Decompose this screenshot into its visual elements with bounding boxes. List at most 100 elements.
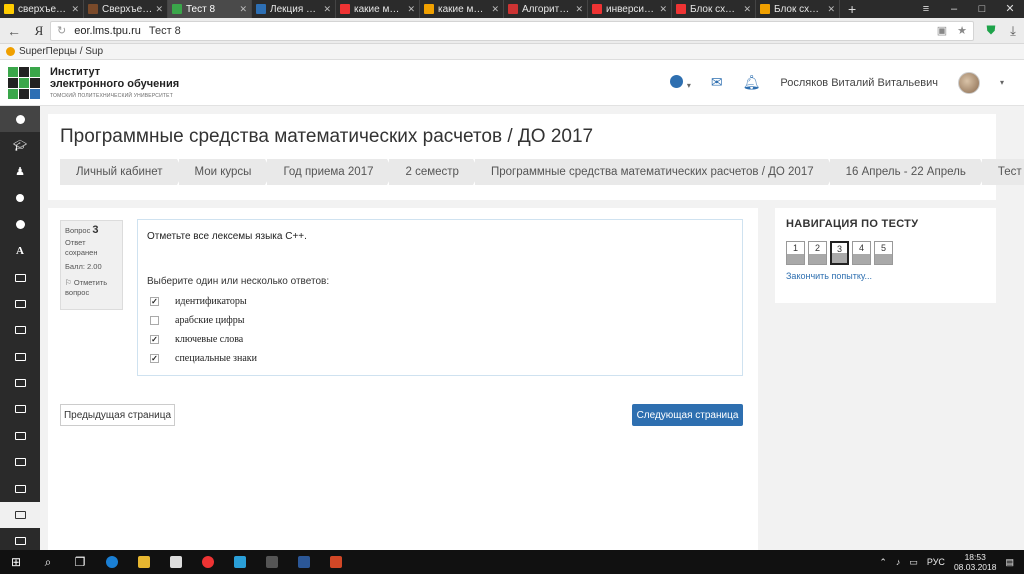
close-tab-icon[interactable]: ✕ xyxy=(155,4,163,15)
clock[interactable]: 18:53 08.03.2018 xyxy=(954,552,997,572)
mail-icon[interactable]: ✉ xyxy=(711,74,723,91)
finish-attempt-link[interactable]: Закончить попытку... xyxy=(786,271,985,281)
sidebar-toggle-icon[interactable] xyxy=(0,106,40,133)
check-circle-icon[interactable] xyxy=(0,212,40,238)
battery-icon[interactable]: ▭ xyxy=(909,557,918,568)
folder-icon[interactable] xyxy=(0,475,40,501)
answer-option[interactable]: ✓ специальные знаки xyxy=(147,349,733,368)
next-page-button[interactable]: Следующая страница xyxy=(632,404,743,426)
circle-icon[interactable] xyxy=(0,185,40,211)
maximize-icon[interactable]: □ xyxy=(968,0,996,18)
menu-icon[interactable]: ≡ xyxy=(912,0,940,18)
quiz-page-button[interactable]: 1 xyxy=(786,241,805,265)
powerpoint-icon[interactable] xyxy=(320,550,352,574)
notifications-icon[interactable]: ▤ xyxy=(1005,557,1014,568)
edge-browser-icon[interactable] xyxy=(96,550,128,574)
folder-icon[interactable] xyxy=(0,264,40,290)
folder-icon[interactable] xyxy=(0,501,40,529)
store-icon[interactable] xyxy=(160,550,192,574)
quiz-page-button[interactable]: 3 xyxy=(830,241,849,265)
users-icon[interactable]: ♟ xyxy=(0,159,40,185)
close-tab-icon[interactable]: ✕ xyxy=(743,4,751,15)
close-tab-icon[interactable]: ✕ xyxy=(827,4,835,15)
answer-checkbox[interactable]: ✓ xyxy=(150,335,159,344)
search-icon[interactable]: ⌕ xyxy=(32,550,64,574)
close-tab-icon[interactable]: ✕ xyxy=(407,4,415,15)
close-tab-icon[interactable]: ✕ xyxy=(575,4,583,15)
answer-checkbox[interactable] xyxy=(150,316,159,325)
quiz-page-button[interactable]: 5 xyxy=(874,241,893,265)
breadcrumb-item[interactable]: Год приема 2017 xyxy=(267,159,395,185)
back-arrow-icon[interactable]: ← xyxy=(0,23,28,39)
previous-page-button[interactable]: Предыдущая страница xyxy=(60,404,175,426)
folder-icon[interactable] xyxy=(0,344,40,370)
folder-icon[interactable] xyxy=(0,370,40,396)
new-tab-button[interactable]: + xyxy=(840,0,864,18)
close-icon[interactable]: ✕ xyxy=(996,0,1024,18)
answer-option[interactable]: арабские цифры xyxy=(147,311,733,330)
answer-option[interactable]: ✓ ключевые слова xyxy=(147,330,733,349)
url-field[interactable]: ↻ eor.lms.tpu.ru Тест 8 ▣ ★ xyxy=(50,20,974,41)
download-icon[interactable]: ⤓ xyxy=(1002,23,1024,39)
answer-checkbox[interactable]: ✓ xyxy=(150,297,159,306)
app-icon[interactable] xyxy=(256,550,288,574)
close-tab-icon[interactable]: ✕ xyxy=(71,4,79,15)
volume-icon[interactable]: ♪ xyxy=(896,557,901,567)
yandex-logo-icon[interactable]: Я xyxy=(28,23,50,39)
windows-start-icon[interactable]: ⊞ xyxy=(0,550,32,574)
close-tab-icon[interactable]: ✕ xyxy=(239,4,247,15)
answer-checkbox[interactable]: ✓ xyxy=(150,354,159,363)
browser-tab[interactable]: Блок схема алго✕ xyxy=(756,0,840,18)
quiz-page-button[interactable]: 2 xyxy=(808,241,827,265)
site-logo[interactable]: Институт электронного обучения ТОМСКИЙ П… xyxy=(0,66,179,99)
folder-icon[interactable] xyxy=(0,423,40,449)
browser-tab[interactable]: какие методы п✕ xyxy=(336,0,420,18)
browser-tab[interactable]: инверсия — Янд✕ xyxy=(588,0,672,18)
word-icon[interactable] xyxy=(288,550,320,574)
close-tab-icon[interactable]: ✕ xyxy=(659,4,667,15)
reload-icon[interactable]: ↻ xyxy=(57,24,66,37)
breadcrumb-item[interactable]: Личный кабинет xyxy=(60,159,184,185)
browser-tab[interactable]: Лекция 10: Сорт✕ xyxy=(252,0,336,18)
folder-icon[interactable] xyxy=(0,291,40,317)
network-icon[interactable]: ⌃ xyxy=(879,557,887,568)
folder-icon[interactable] xyxy=(0,317,40,343)
shield-icon[interactable]: ⛊ xyxy=(980,23,1002,38)
translate-icon[interactable]: ▣ xyxy=(937,24,947,37)
task-view-icon[interactable]: ❐ xyxy=(64,550,96,574)
breadcrumb-item[interactable]: Программные средства математических расч… xyxy=(474,159,835,185)
browser-tab[interactable]: Тест 8 ✕ xyxy=(168,0,252,18)
minimize-icon[interactable]: – xyxy=(940,0,968,18)
user-avatar[interactable] xyxy=(957,71,980,94)
quiz-page-button[interactable]: 4 xyxy=(852,241,871,265)
browser-tab-label: Блок схема алго xyxy=(774,3,825,15)
language-globe-icon[interactable]: ▾ xyxy=(669,74,691,91)
flag-question-toggle[interactable]: ⚐ Отметить вопрос xyxy=(65,278,118,298)
close-tab-icon[interactable]: ✕ xyxy=(323,4,331,15)
close-tab-icon[interactable]: ✕ xyxy=(491,4,499,15)
user-name[interactable]: Росляков Виталий Витальевич xyxy=(780,77,938,89)
breadcrumb-item[interactable]: 16 Апрель - 22 Апрель xyxy=(829,159,988,185)
bookmark-item[interactable]: SuperПерцы / Sup xyxy=(19,46,103,57)
folder-icon[interactable] xyxy=(0,396,40,422)
flag-icon: ⚐ xyxy=(65,278,72,287)
browser-tab[interactable]: какие методы п✕ xyxy=(420,0,504,18)
file-explorer-icon[interactable] xyxy=(128,550,160,574)
star-icon[interactable]: ★ xyxy=(957,24,967,37)
breadcrumb-item[interactable]: Тест 8 xyxy=(981,159,1024,185)
chevron-down-icon[interactable]: ▾ xyxy=(1000,78,1004,87)
bell-icon[interactable]: 🔔︎ xyxy=(743,74,761,91)
visual-studio-icon[interactable] xyxy=(224,550,256,574)
browser-tab[interactable]: сверхъестестве✕ xyxy=(0,0,84,18)
keyboard-language[interactable]: РУС xyxy=(927,557,945,567)
browser-tab[interactable]: Сверхъестестве✕ xyxy=(84,0,168,18)
answer-option[interactable]: ✓ идентификаторы xyxy=(147,292,733,311)
folder-icon[interactable] xyxy=(0,449,40,475)
yandex-browser-icon[interactable] xyxy=(192,550,224,574)
browser-tab[interactable]: Алгоритмы сорт✕ xyxy=(504,0,588,18)
breadcrumb-item[interactable]: 2 семестр xyxy=(389,159,481,185)
breadcrumb-item[interactable]: Мои курсы xyxy=(178,159,273,185)
font-icon[interactable]: A xyxy=(0,238,40,264)
graduation-cap-icon[interactable]: 🎓︎ xyxy=(0,132,40,158)
browser-tab[interactable]: Блок схема алго✕ xyxy=(672,0,756,18)
